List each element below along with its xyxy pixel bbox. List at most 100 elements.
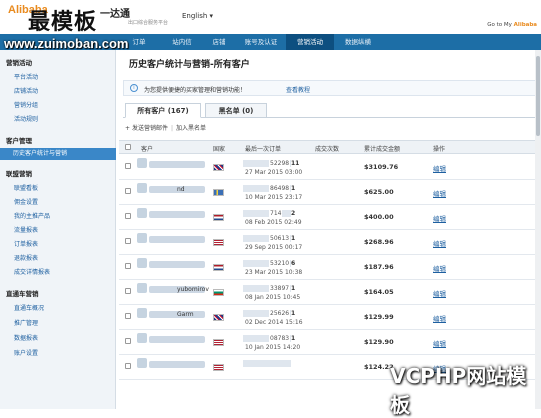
sidebar-item-account-settings[interactable]: 账户设置 xyxy=(14,348,38,357)
main-content: 历史客户统计与营销-所有客户 i 为您提供便捷的买家管理和营销功能！ 查看教程 … xyxy=(117,50,541,409)
table-row[interactable]: 53210 6 23 Mar 2015 10:38 $187.96 编辑 xyxy=(119,255,541,280)
tab-all-customers[interactable]: 所有客户 (167) xyxy=(125,103,201,118)
sidebar-item-history-customers[interactable]: 历史客户统计与营销 xyxy=(0,148,116,160)
table-row[interactable]: 08783 1 10 Jan 2015 14:20 $129.90 编辑 xyxy=(119,330,541,355)
sidebar-item-deal-details[interactable]: 成交详情报表 xyxy=(14,267,50,276)
order-id-redacted xyxy=(243,360,291,367)
page-scrollbar[interactable] xyxy=(535,50,541,409)
country-flag-icon xyxy=(213,314,224,321)
total-amount: $164.05 xyxy=(364,288,394,296)
customer-name-redacted xyxy=(149,361,205,368)
edit-link[interactable]: 编辑 xyxy=(433,213,446,223)
logo-subtitle: 出口综合服务平台 xyxy=(128,20,169,26)
avatar xyxy=(137,308,147,318)
col-action: 操作 xyxy=(433,146,446,153)
deal-count: 1 xyxy=(291,235,296,242)
order-date: 08 Feb 2015 02:49 xyxy=(245,219,302,226)
select-all-checkbox[interactable] xyxy=(125,144,131,150)
sidebar-item-promotion-management[interactable]: 推广管理 xyxy=(14,318,38,327)
country-flag-icon xyxy=(213,239,224,246)
customer-name[interactable]: nd xyxy=(177,186,185,193)
customer-name[interactable]: yubomirov xyxy=(177,286,209,293)
order-id[interactable]: 25626 xyxy=(269,310,291,317)
table-row[interactable]: 714 2 08 Feb 2015 02:49 $400.00 编辑 xyxy=(119,205,541,230)
sidebar-item-activity-rules[interactable]: 活动规则 xyxy=(14,114,38,123)
row-checkbox[interactable] xyxy=(125,313,131,319)
goto-brand: Alibaba xyxy=(513,22,537,28)
table-row[interactable]: 50613 1 29 Sep 2015 00:17 $268.96 编辑 xyxy=(119,230,541,255)
country-flag-icon xyxy=(213,364,224,371)
row-checkbox[interactable] xyxy=(125,238,131,244)
edit-link[interactable]: 编辑 xyxy=(433,188,446,198)
sidebar-item-main-products[interactable]: 我的主推产品 xyxy=(14,211,50,220)
sidebar-section-affiliate: 联盟营销 xyxy=(6,170,32,178)
edit-link[interactable]: 编辑 xyxy=(433,313,446,323)
edit-link[interactable]: 编辑 xyxy=(433,288,446,298)
order-id[interactable]: 52298 xyxy=(269,160,291,167)
sidebar-item-traffic-report[interactable]: 流量报表 xyxy=(14,225,38,234)
nav-item-data[interactable]: 数据纵横 xyxy=(334,34,382,50)
row-checkbox[interactable] xyxy=(125,288,131,294)
table-row[interactable]: Garm 25626 1 02 Dec 2014 15:16 $129.99 编辑 xyxy=(119,305,541,330)
order-id[interactable]: 714 xyxy=(269,210,283,217)
language-selector[interactable]: English ▾ xyxy=(182,12,213,20)
edit-link[interactable]: 编辑 xyxy=(433,238,446,248)
order-id[interactable]: 33897 xyxy=(269,285,291,292)
goto-my-alibaba-link[interactable]: Go to My Alibaba xyxy=(487,22,537,28)
order-id-redacted xyxy=(243,210,291,217)
row-checkbox[interactable] xyxy=(125,213,131,219)
customer-name-redacted xyxy=(149,211,205,218)
table-row[interactable]: yubomirov 33897 1 08 Jan 2015 10:45 $164.05 编… xyxy=(119,280,541,305)
goto-prefix: Go to My xyxy=(487,22,512,28)
add-blacklist-button[interactable]: 加入黑名单 xyxy=(176,125,206,132)
table-row[interactable]: nd 86498 1 10 Mar 2015 23:17 $625.00 编辑 xyxy=(119,180,541,205)
avatar xyxy=(137,283,147,293)
total-amount: $129.90 xyxy=(364,338,394,346)
logo-onetouch[interactable]: 一达通 xyxy=(100,5,130,20)
row-checkbox[interactable] xyxy=(125,188,131,194)
avatar xyxy=(137,183,147,193)
row-checkbox[interactable] xyxy=(125,263,131,269)
deal-count: 1 xyxy=(291,335,296,342)
nav-item-messages[interactable]: 站内信 xyxy=(162,34,202,50)
sidebar-item-refund-report[interactable]: 退款报表 xyxy=(14,253,38,262)
sidebar-item-p4p-overview[interactable]: 直通车概况 xyxy=(14,303,44,312)
order-id[interactable]: 50613 xyxy=(269,235,291,242)
customer-name[interactable]: Garm xyxy=(177,311,194,318)
country-flag-icon xyxy=(213,339,224,346)
row-checkbox[interactable] xyxy=(125,163,131,169)
nav-item-store[interactable]: 店铺 xyxy=(202,34,236,50)
order-id[interactable]: 53210 xyxy=(269,260,291,267)
sidebar-item-data-report[interactable]: 数据报表 xyxy=(14,333,38,342)
sidebar-item-marketing-groups[interactable]: 营销分组 xyxy=(14,100,38,109)
send-mail-button[interactable]: + 发送营销邮件 xyxy=(125,125,168,132)
order-id[interactable]: 08783 xyxy=(269,335,291,342)
total-amount: $268.96 xyxy=(364,238,394,246)
scrollbar-thumb[interactable] xyxy=(536,56,540,136)
country-flag-icon xyxy=(213,214,224,221)
sidebar-item-platform-activities[interactable]: 平台活动 xyxy=(14,72,38,81)
nav-item-account[interactable]: 账号及认证 xyxy=(236,34,286,50)
info-icon: i xyxy=(130,84,138,92)
sidebar-section-customers: 客户管理 xyxy=(6,137,32,145)
deal-count: 11 xyxy=(291,160,300,167)
send-mail-label: 发送营销邮件 xyxy=(131,125,168,132)
tutorial-link[interactable]: 查看教程 xyxy=(286,85,310,94)
table-row[interactable]: 52298 11 27 Mar 2015 03:00 $3109.76 编辑 xyxy=(119,155,541,180)
nav-item-marketing[interactable]: 营销活动 xyxy=(286,34,334,50)
sidebar-item-commission-settings[interactable]: 佣金设置 xyxy=(14,197,38,206)
order-id[interactable]: 86498 xyxy=(269,185,291,192)
row-checkbox[interactable] xyxy=(125,363,131,369)
edit-link[interactable]: 编辑 xyxy=(433,338,446,348)
tab-blacklist[interactable]: 黑名单 (0) xyxy=(205,103,267,118)
sidebar-item-store-activities[interactable]: 店铺活动 xyxy=(14,86,38,95)
row-checkbox[interactable] xyxy=(125,338,131,344)
sidebar-item-affiliate-dashboard[interactable]: 联盟看板 xyxy=(14,183,38,192)
sidebar-item-order-report[interactable]: 订单报表 xyxy=(14,239,38,248)
watermark-url: www.zuimoban.com xyxy=(4,36,129,51)
edit-link[interactable]: 编辑 xyxy=(433,263,446,273)
country-flag-icon xyxy=(213,264,224,271)
edit-link[interactable]: 编辑 xyxy=(433,163,446,173)
deal-count: 1 xyxy=(291,285,296,292)
total-amount: $400.00 xyxy=(364,213,394,221)
